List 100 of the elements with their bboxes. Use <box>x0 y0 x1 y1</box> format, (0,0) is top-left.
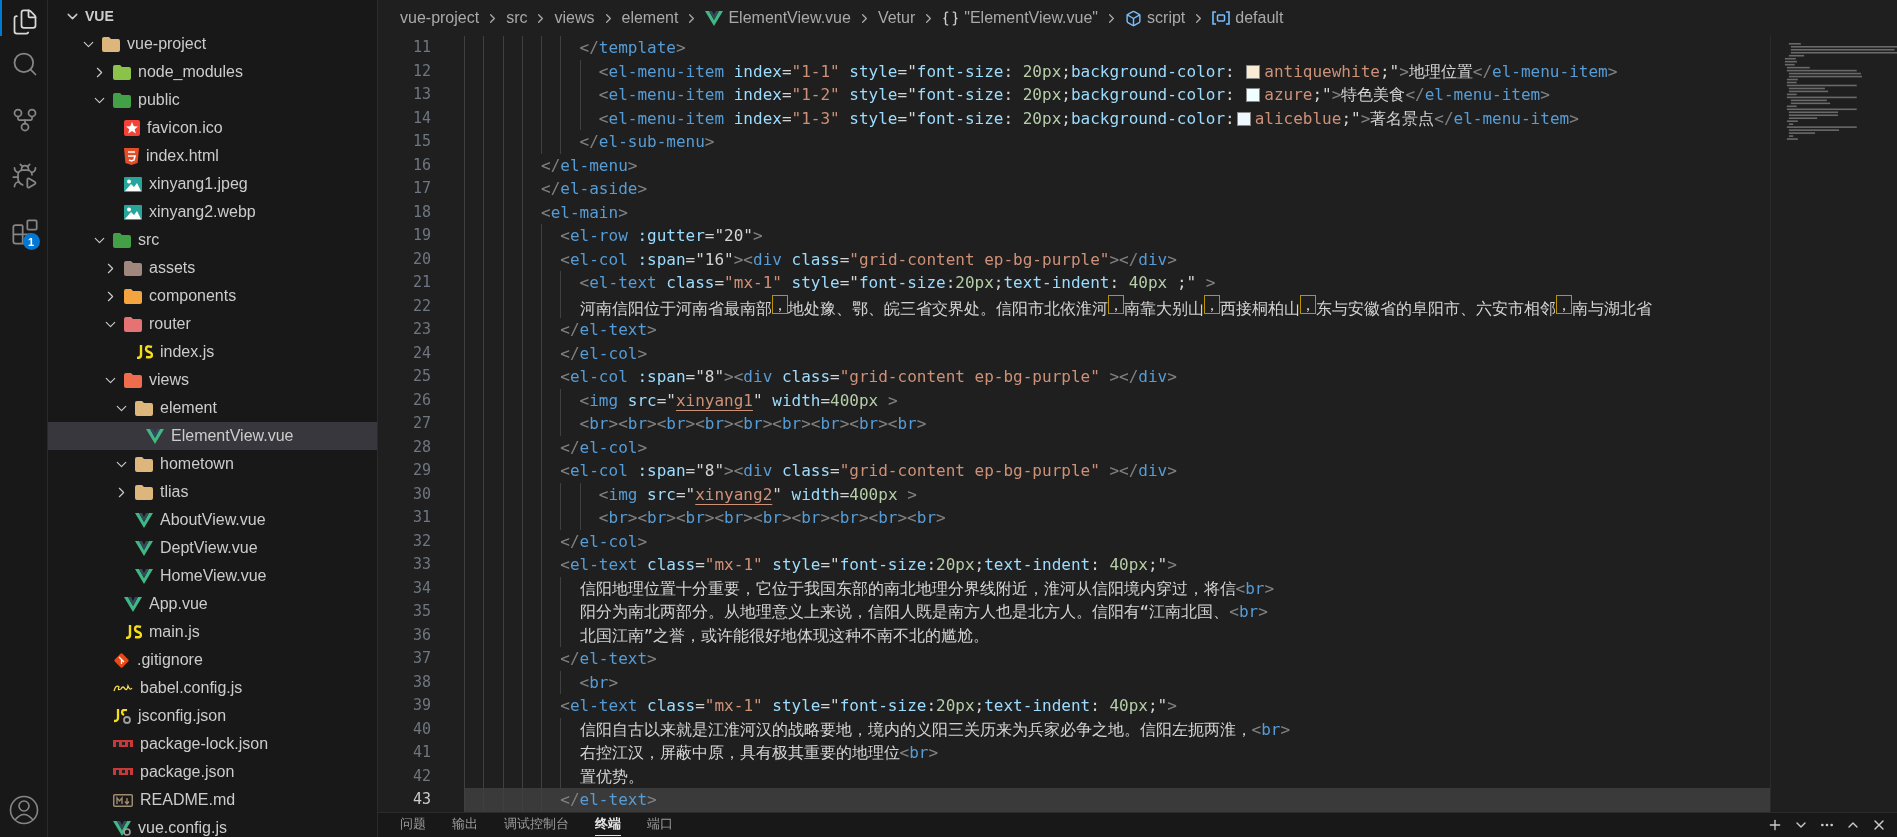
line-number: 14 <box>411 107 431 129</box>
explorer-section-header[interactable]: VUE <box>48 2 377 30</box>
code-text: <img src="xinyang2" width=400px > <box>598 483 917 506</box>
panel-tab[interactable]: 问题 <box>400 813 426 837</box>
breadcrumb-item[interactable]: Vetur <box>875 9 918 27</box>
tree-item[interactable]: main.js <box>48 618 377 646</box>
folder-icon <box>113 232 131 248</box>
tree-item[interactable]: index.html <box>48 142 377 170</box>
scribble-icon <box>113 683 133 693</box>
tree-item[interactable]: package.json <box>48 758 377 786</box>
line-number: 12 <box>411 60 431 82</box>
line-number: 30 <box>411 483 431 505</box>
tree-item[interactable]: xinyang1.jpeg <box>48 170 377 198</box>
line-number: 26 <box>411 389 431 411</box>
line-number: 16 <box>411 154 431 176</box>
code-text: <br><br><br><br><br><br><br><br><br> <box>579 413 927 435</box>
breadcrumb-item[interactable]: views <box>552 9 597 27</box>
tree-item[interactable]: router <box>48 310 377 338</box>
line-number: 17 <box>411 178 431 199</box>
breadcrumb-item[interactable]: element <box>619 9 681 27</box>
folder-icon <box>124 288 142 304</box>
panel-tab[interactable]: 端口 <box>647 813 673 837</box>
tree-item[interactable]: favicon.ico <box>48 114 377 142</box>
line-number: 11 <box>411 37 431 58</box>
code-text: <br><br><br><br><br><br><br><br><br> <box>598 507 946 529</box>
account-icon[interactable] <box>8 795 39 825</box>
line-number: 32 <box>411 530 431 552</box>
tree-item[interactable]: jsconfig.json <box>48 702 377 730</box>
line-number: 21 <box>411 272 431 293</box>
breadcrumb-item[interactable]: src <box>504 9 530 27</box>
breadcrumb-item[interactable]: script <box>1123 9 1188 27</box>
line-number: 15 <box>411 131 431 152</box>
code-text: <el-text class="mx-1" style="font-size:20px;text-indent: 40px;"> <box>560 554 1177 576</box>
line-number: 29 <box>411 460 431 481</box>
line-number: 34 <box>411 577 431 599</box>
code-text: <br> <box>579 671 619 694</box>
tree-item[interactable]: node_modules <box>48 58 377 86</box>
breadcrumb-item[interactable]: default <box>1210 9 1286 27</box>
code-text: </el-col> <box>560 530 648 553</box>
breadcrumb-item[interactable]: "ElementView.vue" <box>940 9 1101 27</box>
line-number: 33 <box>411 554 431 575</box>
breadcrumb-item[interactable]: ElementView.vue <box>703 9 853 27</box>
code-text: <el-menu-item index="1-1" style="font-size: 20px;background-color: <box>598 60 1236 83</box>
tree-item[interactable]: src <box>48 226 377 254</box>
tree-item[interactable]: HomeView.vue <box>48 562 377 590</box>
code-text: aliceblue;">著名景点</el-menu-item> <box>1254 107 1579 130</box>
tree-item[interactable]: README.md <box>48 786 377 814</box>
script-icon <box>124 625 142 639</box>
panel-tab[interactable]: 调试控制台 <box>504 813 569 837</box>
code-text: <img src="xinyang1" width=400px > <box>579 389 898 412</box>
tree-item[interactable]: tlias <box>48 478 377 506</box>
breadcrumb-item[interactable]: vue-project <box>398 9 482 27</box>
tree-item[interactable]: xinyang2.webp <box>48 198 377 226</box>
v-logo-icon <box>135 512 153 528</box>
folder-icon <box>124 372 142 388</box>
line-number: 18 <box>411 201 431 223</box>
code-text: </el-aside> <box>541 178 648 200</box>
activity-bar-item[interactable]: 1 <box>0 204 48 260</box>
image-icon <box>124 204 142 220</box>
code-text: </template> <box>579 37 686 59</box>
code-text: <el-col :span="16"><div class="grid-content ep-bg-purple"></div> <box>560 248 1177 271</box>
panel-tab[interactable]: 输出 <box>452 813 478 837</box>
tree-item[interactable]: babel.config.js <box>48 674 377 702</box>
tree-item[interactable]: vue.config.js <box>48 814 377 837</box>
code-text: 阳分为南北两部分。从地理意义上来说，信阳人既是南方人也是北方人。信阳有“江南北国、<br> <box>579 601 1268 623</box>
code-text: 右控江汉，屏蔽中原，具有极其重要的地理位<br> <box>579 742 939 764</box>
tree-item[interactable]: components <box>48 282 377 310</box>
folder-icon <box>124 316 142 332</box>
tree-item[interactable]: element <box>48 394 377 422</box>
tree-item[interactable]: assets <box>48 254 377 282</box>
code-text: <el-menu-item index="1-3" style="font-size: 20px;background-color: <box>598 107 1235 130</box>
line-number: 41 <box>411 742 431 763</box>
folder-icon <box>113 92 131 108</box>
code-text: antiquewhite;">地理位置</el-menu-item> <box>1264 60 1618 83</box>
script-gear-icon <box>113 708 131 724</box>
tree-item[interactable]: DeptView.vue <box>48 534 377 562</box>
v-logo-icon <box>146 428 164 444</box>
code-text: </el-text> <box>560 319 657 341</box>
line-number: 37 <box>411 648 431 669</box>
code-text: 信阳地理位置十分重要，它位于我国东部的南北地理分界线附近，淮河从信阳境内穿过，将信<br> <box>579 577 1275 600</box>
tree-item[interactable]: ElementView.vue <box>48 422 377 450</box>
tree-item[interactable]: index.js <box>48 338 377 366</box>
tree-item[interactable]: vue-project <box>48 30 377 58</box>
tree-item[interactable]: AboutView.vue <box>48 506 377 534</box>
code-text: 河南信阳位于河南省最南部，地处豫、鄂、皖三省交界处。信阳市北依淮河，南靠大别山，西接桐柏山，东与安徽省的阜阳市、六安市相邻，南与湖北省 <box>579 294 1652 318</box>
tree-item[interactable]: App.vue <box>48 590 377 618</box>
line-number: 24 <box>411 342 431 364</box>
code-text: </el-col> <box>560 342 648 365</box>
code-text: <el-text class="mx-1" style="font-size:20px;text-indent: 40px;"> <box>560 695 1177 717</box>
tree-item[interactable]: views <box>48 366 377 394</box>
line-number: 22 <box>411 295 431 317</box>
code-text: <el-main> <box>541 201 628 224</box>
tree-item[interactable]: package-lock.json <box>48 730 377 758</box>
tree-item[interactable]: public <box>48 86 377 114</box>
folder-icon <box>135 400 153 416</box>
tree-item[interactable]: hometown <box>48 450 377 478</box>
code-text: azure;">特色美食</el-menu-item> <box>1264 84 1550 106</box>
tree-item[interactable]: .gitignore <box>48 646 377 674</box>
code-text: <el-col :span="8"><div class="grid-content ep-bg-purple" ></div> <box>560 366 1177 388</box>
panel-tab[interactable]: 终端 <box>595 813 621 837</box>
